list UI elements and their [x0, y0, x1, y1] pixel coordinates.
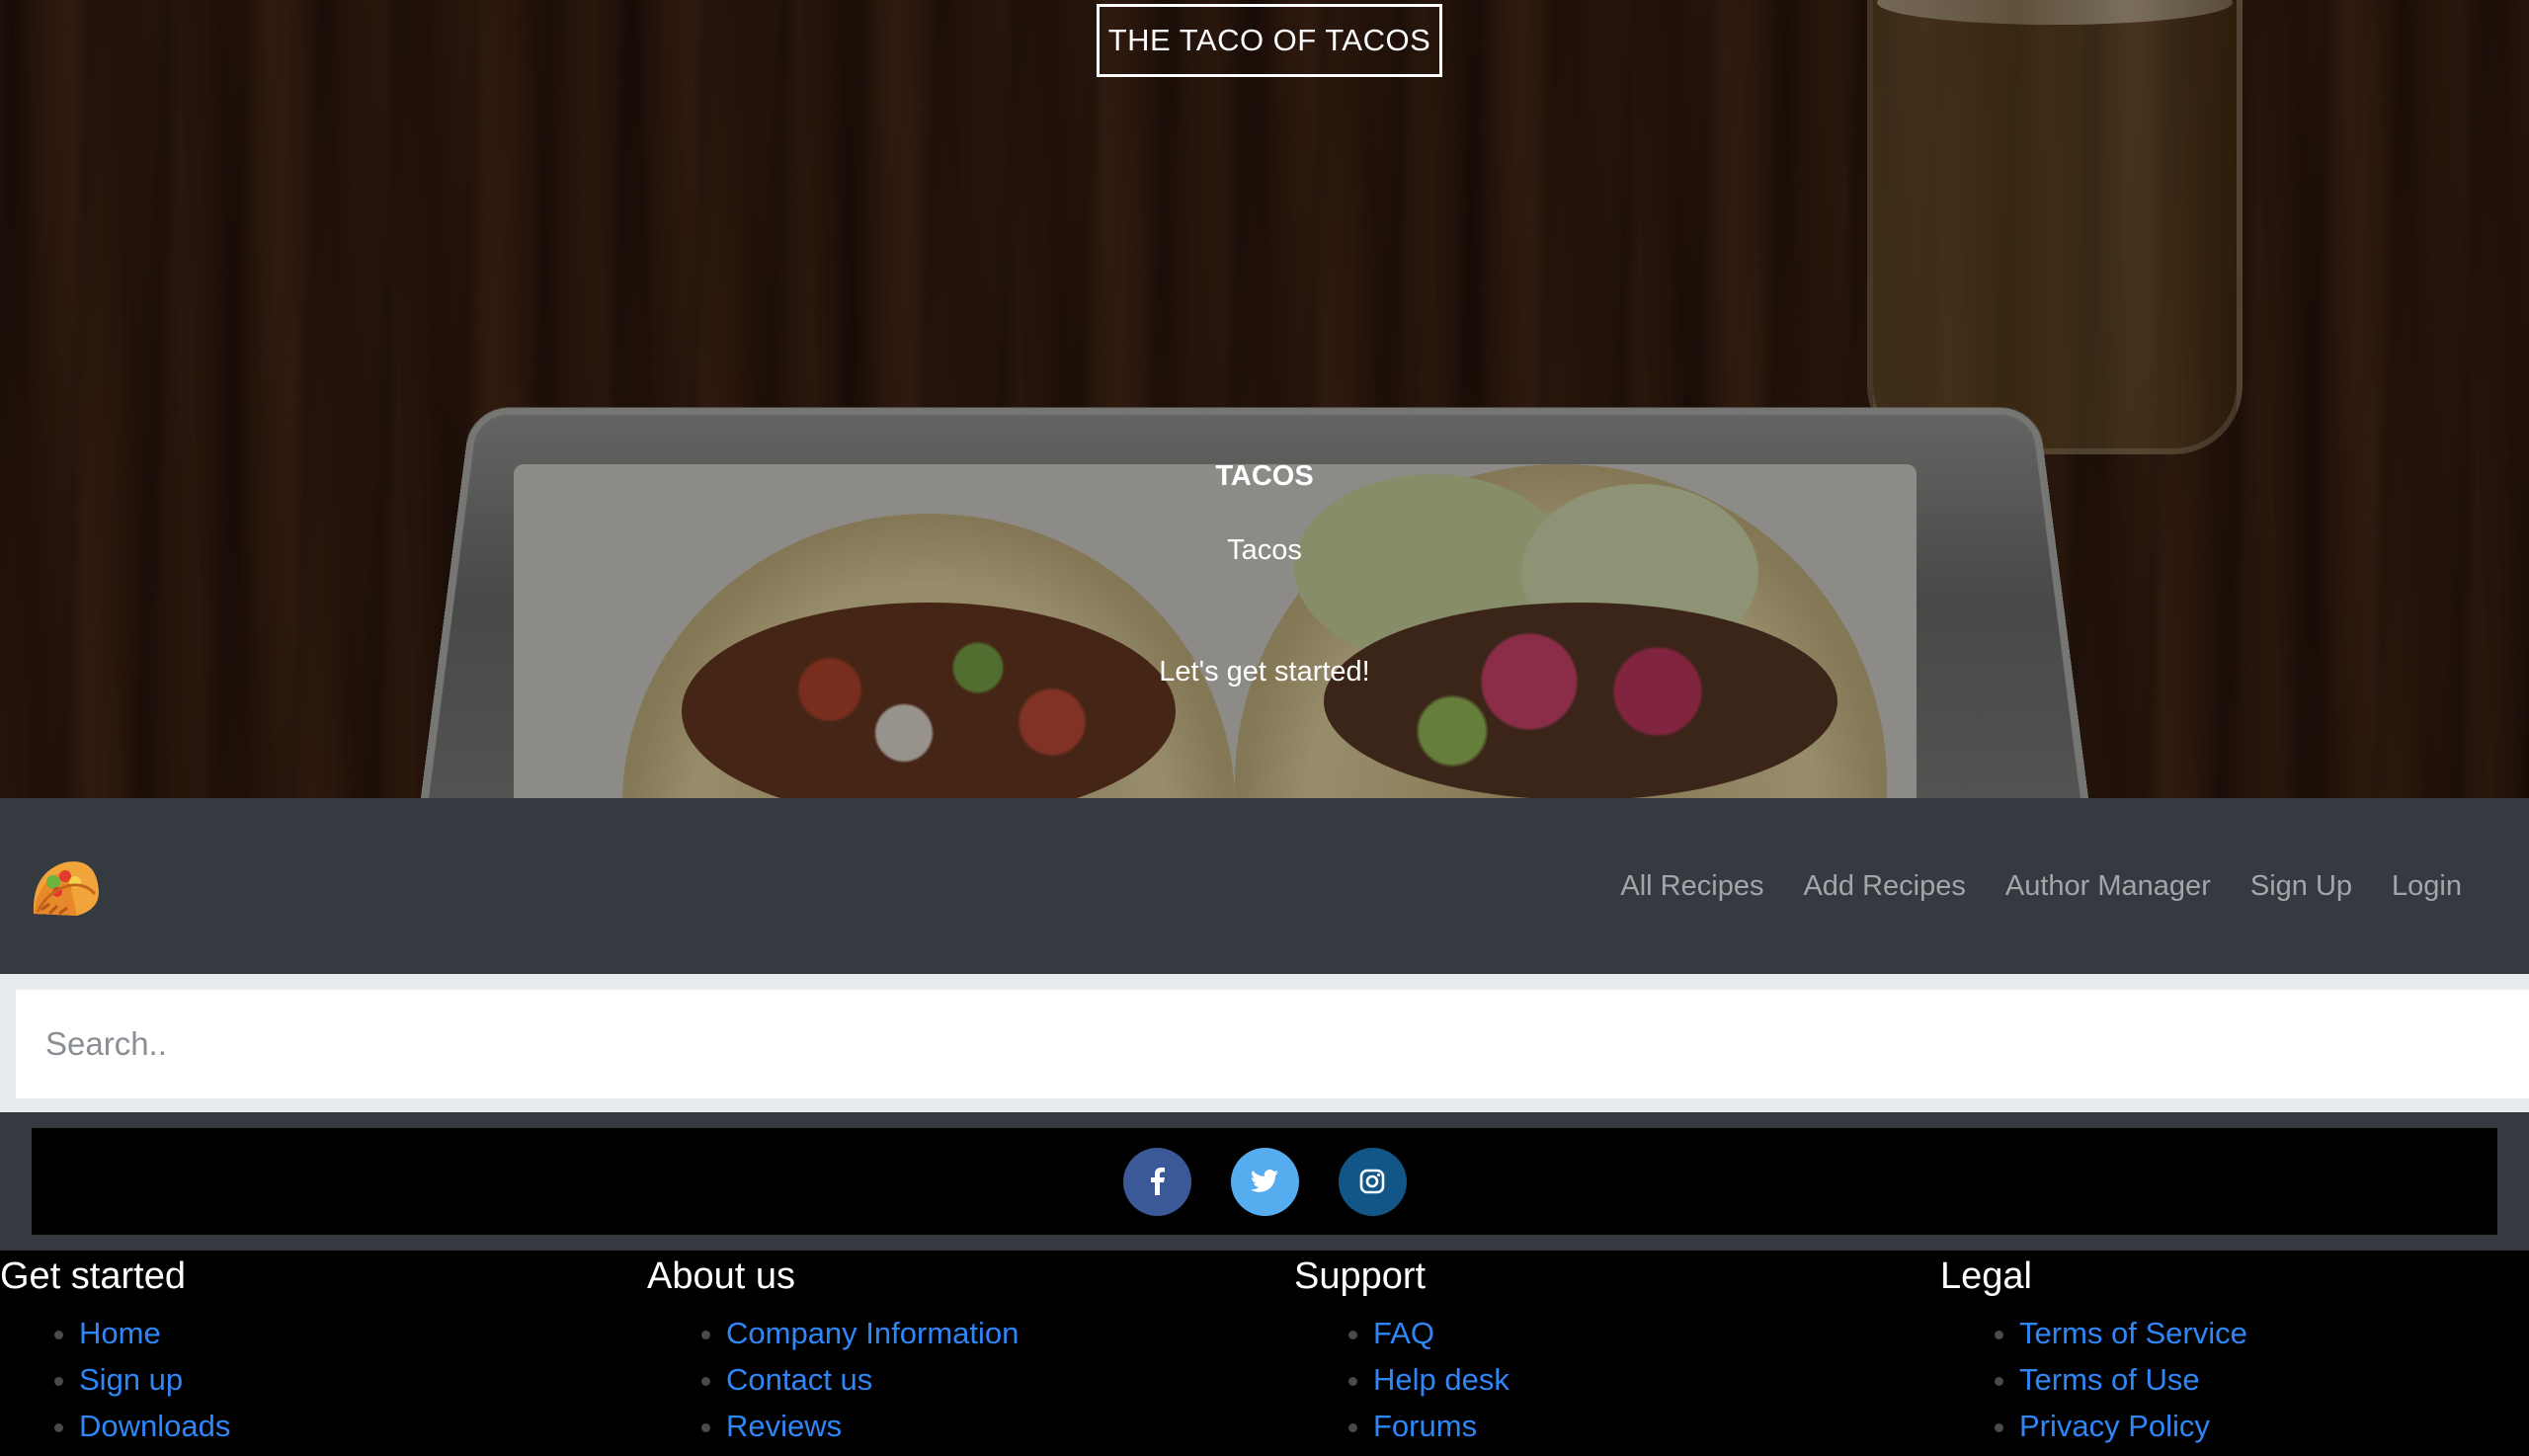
footer-link-contact-us[interactable]: Contact us [726, 1362, 872, 1397]
twitter-icon [1251, 1170, 1278, 1192]
get-started-link[interactable]: Let's get started! [0, 656, 2529, 688]
footer-link-company-information[interactable]: Company Information [726, 1316, 1019, 1350]
footer-link-help-desk[interactable]: Help desk [1373, 1362, 1509, 1397]
nav-sign-up[interactable]: Sign Up [2231, 870, 2372, 903]
nav-links: All Recipes Add Recipes Author Manager S… [1600, 798, 2482, 974]
nav-all-recipes[interactable]: All Recipes [1600, 870, 1783, 903]
twitter-button[interactable] [1230, 1147, 1299, 1216]
footer-link-sign-up[interactable]: Sign up [79, 1362, 183, 1397]
hero-subtitle: Tacos [1227, 534, 1302, 566]
footer-link-terms-of-service[interactable]: Terms of Service [2019, 1316, 2247, 1350]
search-bar [0, 974, 2529, 1112]
footer-link-reviews[interactable]: Reviews [726, 1409, 842, 1443]
nav-add-recipes[interactable]: Add Recipes [1783, 870, 1985, 903]
footer-heading: Support [1294, 1255, 1427, 1297]
social-bar [32, 1128, 2497, 1235]
taco-icon[interactable] [28, 852, 103, 922]
site-brand[interactable]: THE TACO OF TACOS [1097, 4, 1442, 77]
footer-link-faq[interactable]: FAQ [1373, 1316, 1434, 1350]
footer-link-home[interactable]: Home [79, 1316, 161, 1350]
social-section [0, 1112, 2529, 1251]
footer-heading: Get started [0, 1255, 186, 1297]
footer: Get started Home Sign up Downloads About… [0, 1251, 2529, 1456]
facebook-icon [1151, 1168, 1165, 1195]
navbar: All Recipes Add Recipes Author Manager S… [0, 798, 2529, 974]
facebook-button[interactable] [1122, 1147, 1191, 1216]
footer-heading: Legal [1940, 1255, 2032, 1297]
footer-link-forums[interactable]: Forums [1373, 1409, 1477, 1443]
instagram-button[interactable] [1338, 1147, 1407, 1216]
nav-login[interactable]: Login [2372, 870, 2482, 903]
hero-banner: THE TACO OF TACOS TACOS Tacos Let's get … [0, 0, 2529, 798]
footer-link-privacy-policy[interactable]: Privacy Policy [2019, 1409, 2210, 1443]
nav-author-manager[interactable]: Author Manager [1986, 870, 2231, 903]
search-input[interactable] [16, 990, 2529, 1098]
footer-link-downloads[interactable]: Downloads [79, 1409, 230, 1443]
instagram-icon [1359, 1169, 1385, 1194]
footer-link-terms-of-use[interactable]: Terms of Use [2019, 1362, 2200, 1397]
footer-heading: About us [647, 1255, 795, 1297]
hero-title: TACOS [1215, 460, 1314, 492]
